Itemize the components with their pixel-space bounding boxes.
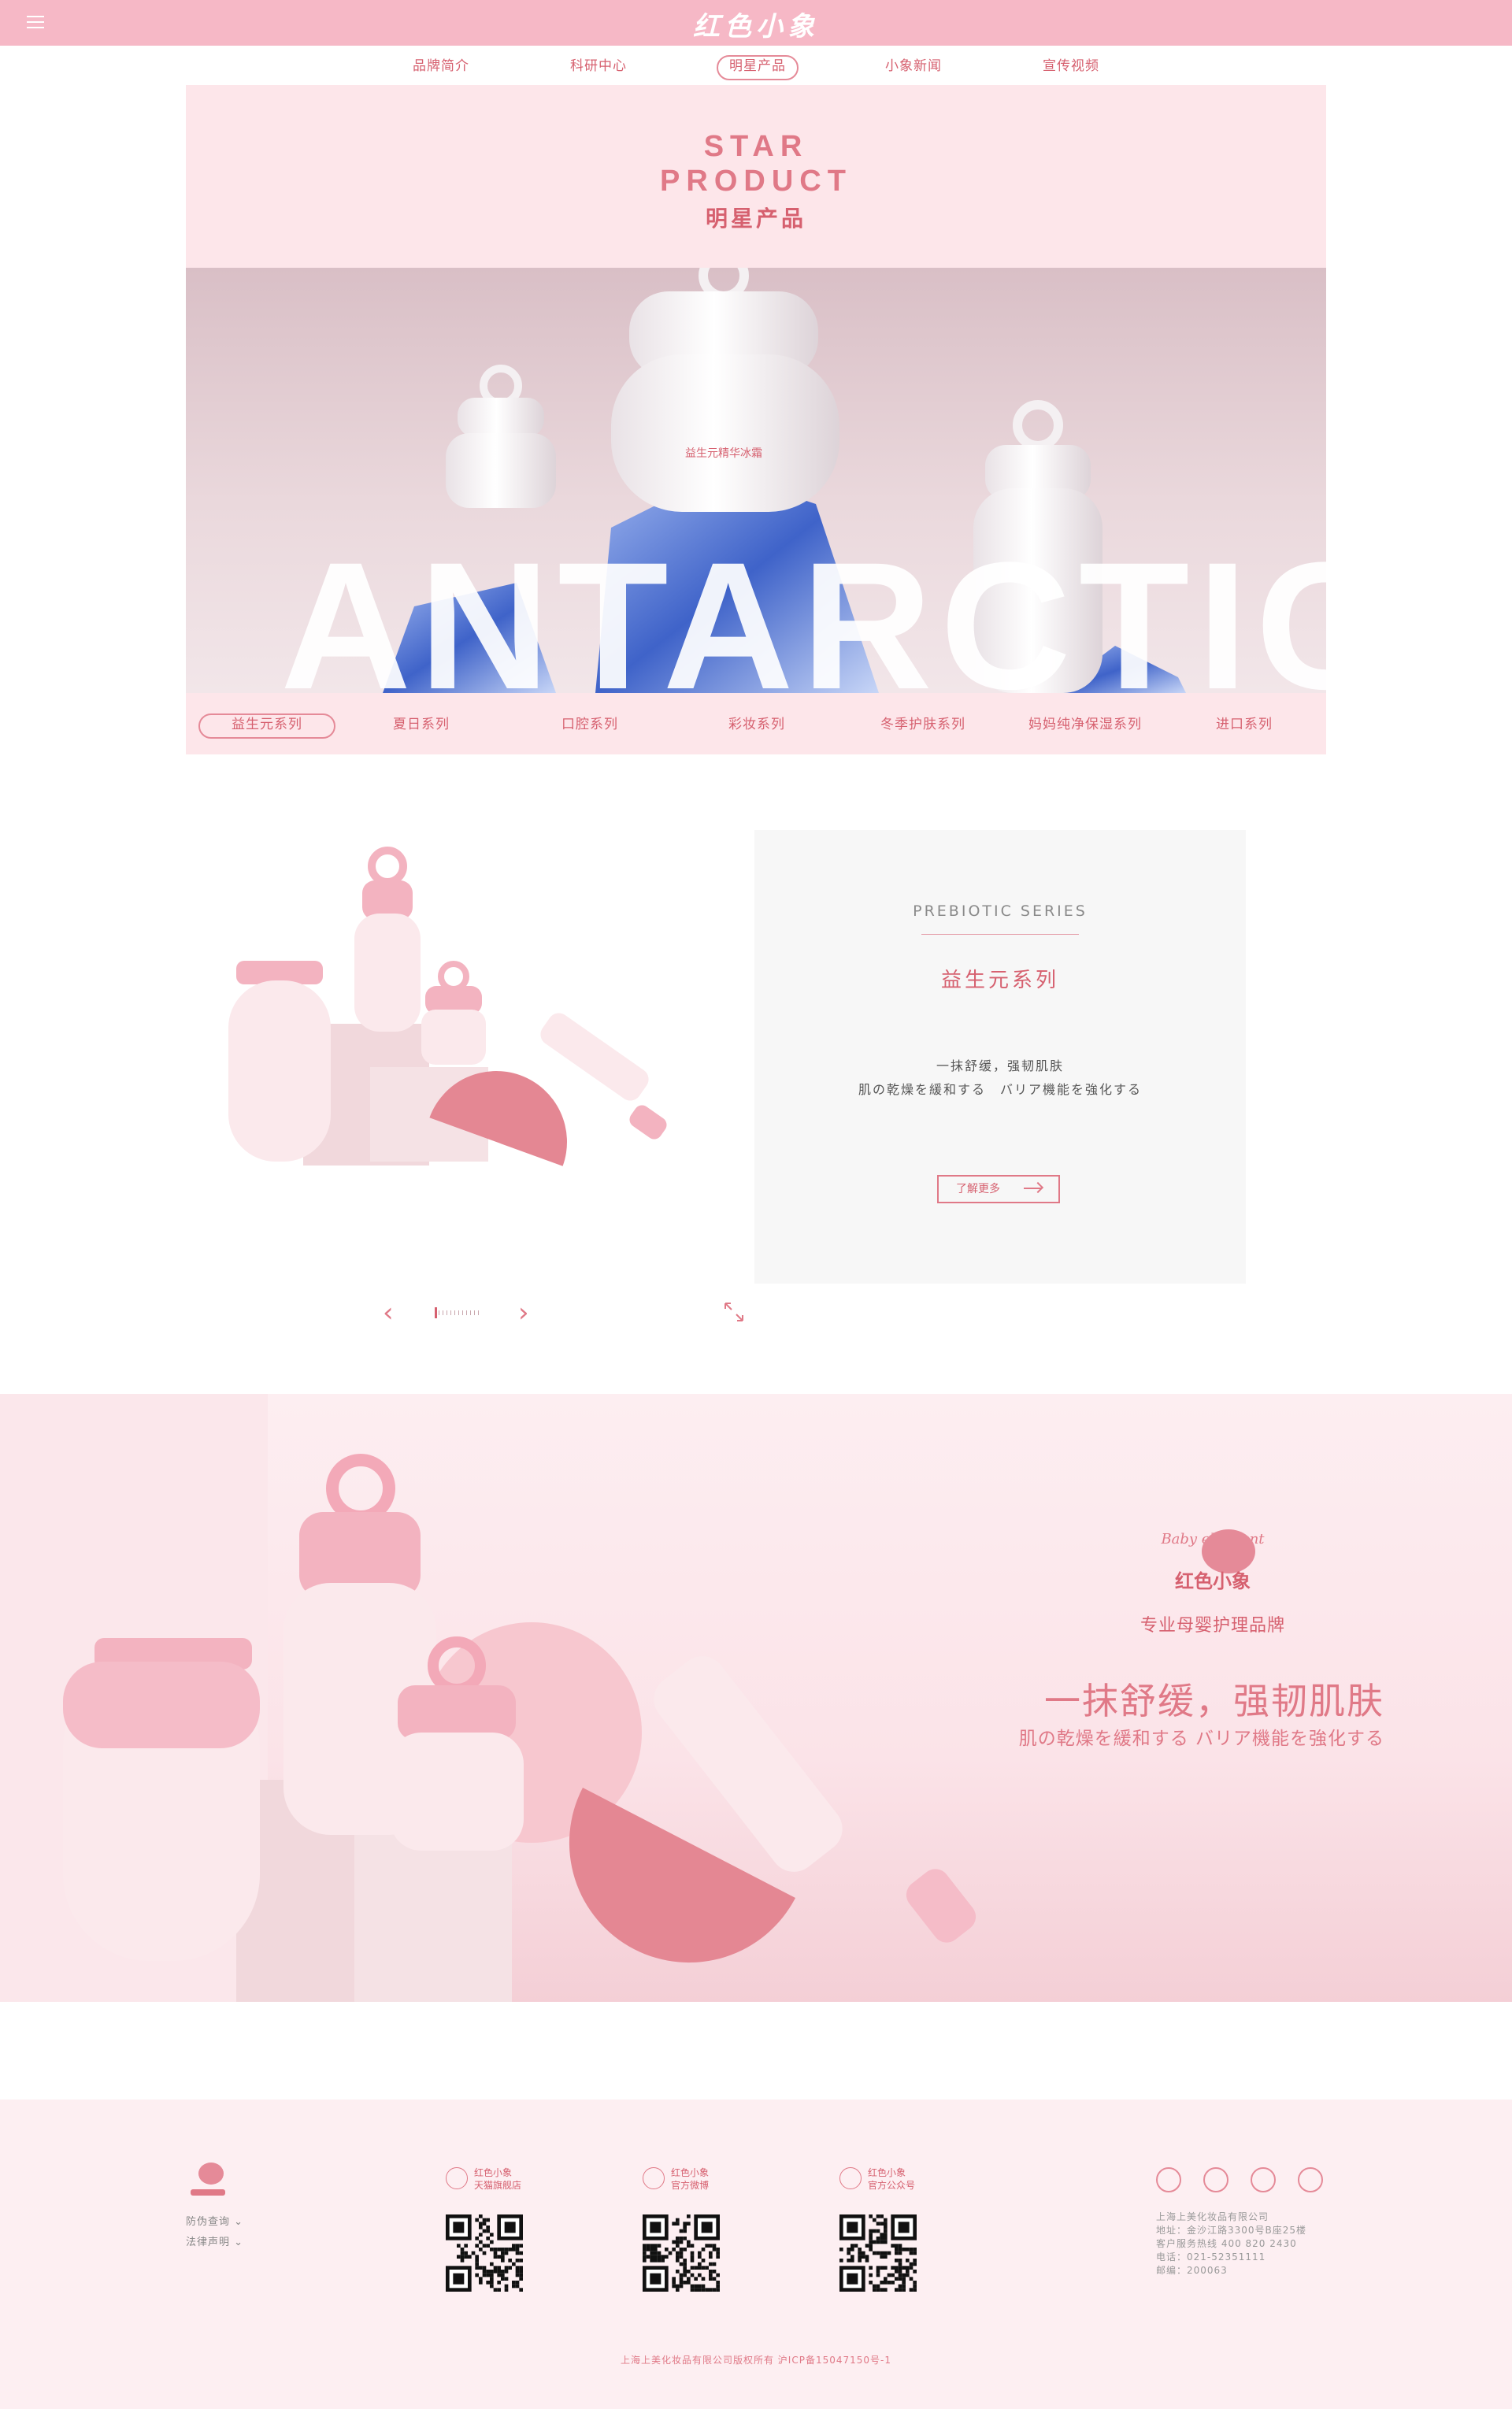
qr-weibo: 红色小象 官方微博 — [643, 2166, 737, 2292]
service-hotline: 客户服务热线 400 820 2430 — [1156, 2238, 1297, 2249]
qr-tmall: 红色小象 天猫旗舰店 — [446, 2166, 540, 2292]
arrow-right-icon — [1024, 1188, 1041, 1189]
slider-progress — [435, 1307, 482, 1318]
slider-next-button[interactable]: › — [518, 1299, 529, 1326]
main-nav: 品牌简介 科研中心 明星产品 小象新闻 宣传视频 — [0, 52, 1512, 80]
series-desc-cn: 一抹舒缓，强韧肌肤 — [936, 1058, 1064, 1073]
brand-logo-cn: 红色小象 — [1175, 1570, 1251, 1592]
anti-fake-label: 防伪查询 — [186, 2216, 231, 2228]
qr-weibo-line1: 红色小象 — [671, 2167, 710, 2178]
customer-service-icon[interactable] — [1203, 2167, 1228, 2192]
mail-icon[interactable] — [1298, 2167, 1323, 2192]
qr-code-weibo — [643, 2214, 720, 2292]
tmall-icon — [446, 2167, 468, 2189]
qr-tmall-line2: 天猫旗舰店 — [474, 2180, 522, 2191]
brand-banner: Baby elephant 红色小象 专业母婴护理品牌 一抹舒缓，强韧肌肤 肌の… — [0, 1394, 1512, 2002]
anti-fake-link[interactable]: 防伪查询 ⌄ — [186, 2213, 243, 2228]
nav-star-products[interactable]: 明星产品 — [717, 55, 799, 80]
series-desc-jp: 肌の乾燥を緩和する バリア機能を強化する — [858, 1082, 1142, 1097]
nav-news[interactable]: 小象新闻 — [874, 55, 953, 77]
slogan-cn: 一抹舒缓，强韧肌肤 — [1044, 1680, 1384, 1722]
legal-link[interactable]: 法律声明 ⌄ — [186, 2233, 243, 2248]
brand-tagline: 专业母婴护理品牌 — [1140, 1616, 1285, 1636]
qr-weibo-line2: 官方微博 — [671, 2180, 710, 2191]
prebiotic-products-image — [228, 847, 667, 1166]
qr-wechat: 红色小象 官方公众号 — [839, 2166, 934, 2292]
slogan-jp: 肌の乾燥を緩和する バリア機能を強化する — [1018, 1729, 1384, 1749]
series-tab-winter[interactable]: 冬季护肤系列 — [852, 713, 994, 736]
qr-wechat-line2: 官方公众号 — [868, 2180, 916, 2191]
copyright: 上海上美化妆品有限公司版权所有 沪ICP备15047150号-1 — [620, 2355, 891, 2366]
postcode: 邮编：200063 — [1156, 2265, 1228, 2276]
learn-more-label: 了解更多 — [956, 1183, 1000, 1195]
weibo-icon — [643, 2167, 665, 2189]
hero-watermark-word: ANTARCTIC — [280, 524, 1326, 694]
qr-code-tmall — [446, 2214, 523, 2292]
nav-research-center[interactable]: 科研中心 — [559, 55, 638, 77]
learn-more-button[interactable]: 了解更多 — [937, 1175, 1060, 1203]
expand-icon[interactable] — [723, 1301, 745, 1323]
legal-label: 法律声明 — [186, 2237, 231, 2248]
series-tab-import[interactable]: 进口系列 — [1181, 713, 1307, 736]
qr-wechat-line1: 红色小象 — [868, 2167, 906, 2178]
series-tab-prebiotic[interactable]: 益生元系列 — [198, 713, 335, 739]
star-title-line2: PRODUCT — [660, 165, 852, 198]
star-title-cn: 明星产品 — [705, 206, 806, 232]
hero-image: 益生元精华冰霜 ANTARCTIC — [186, 268, 1326, 693]
company-address: 地址：金沙江路3300号B座25楼 — [1156, 2225, 1307, 2236]
nav-brand-intro[interactable]: 品牌简介 — [402, 55, 480, 77]
star-title-en: STAR PRODUCT — [186, 129, 1326, 198]
qr-code-wechat — [839, 2214, 917, 2292]
footer: 防伪查询 ⌄ 法律声明 ⌄ 红色小象 天猫旗舰店 红色小象 官方微博 红色小象 … — [0, 2100, 1512, 2409]
series-tab-oral[interactable]: 口腔系列 — [523, 713, 657, 736]
series-tab-mom[interactable]: 妈妈纯净保湿系列 — [1014, 713, 1156, 736]
star-title-line1: STAR — [703, 130, 809, 163]
star-product-panel: STAR PRODUCT 明星产品 益生元精华冰霜 ANTARCTIC 益生元系… — [186, 85, 1326, 754]
nav-videos[interactable]: 宣传视频 — [1032, 55, 1110, 77]
series-tab-makeup[interactable]: 彩妆系列 — [690, 713, 824, 736]
brand-logo[interactable]: 红色小象 — [0, 5, 1512, 43]
series-tabs: 益生元系列 夏日系列 口腔系列 彩妆系列 冬季护肤系列 妈妈纯净保湿系列 进口系… — [186, 710, 1326, 742]
top-bar: 红色小象 — [0, 0, 1512, 46]
phone-icon[interactable] — [1251, 2167, 1276, 2192]
series-title-cn: 益生元系列 — [940, 969, 1059, 992]
slider-progress-fill — [435, 1307, 437, 1318]
series-tab-summer[interactable]: 夏日系列 — [354, 713, 488, 736]
company-phone: 电话：021-52351111 — [1156, 2251, 1266, 2263]
footer-logo[interactable] — [186, 2155, 230, 2199]
slider-prev-button[interactable]: ‹ — [383, 1299, 394, 1326]
wechat-icon — [839, 2167, 862, 2189]
location-icon[interactable] — [1156, 2167, 1181, 2192]
series-info-card: PREBIOTIC SERIES 益生元系列 一抹舒缓，强韧肌肤 肌の乾燥を緩和… — [754, 830, 1246, 1284]
svg-text:益生元精华冰霜: 益生元精华冰霜 — [685, 447, 762, 460]
series-title-en: PREBIOTIC SERIES — [913, 902, 1088, 920]
company-name: 上海上美化妆品有限公司 — [1156, 2211, 1269, 2222]
title-divider — [921, 934, 1079, 935]
qr-tmall-line1: 红色小象 — [474, 2167, 513, 2178]
